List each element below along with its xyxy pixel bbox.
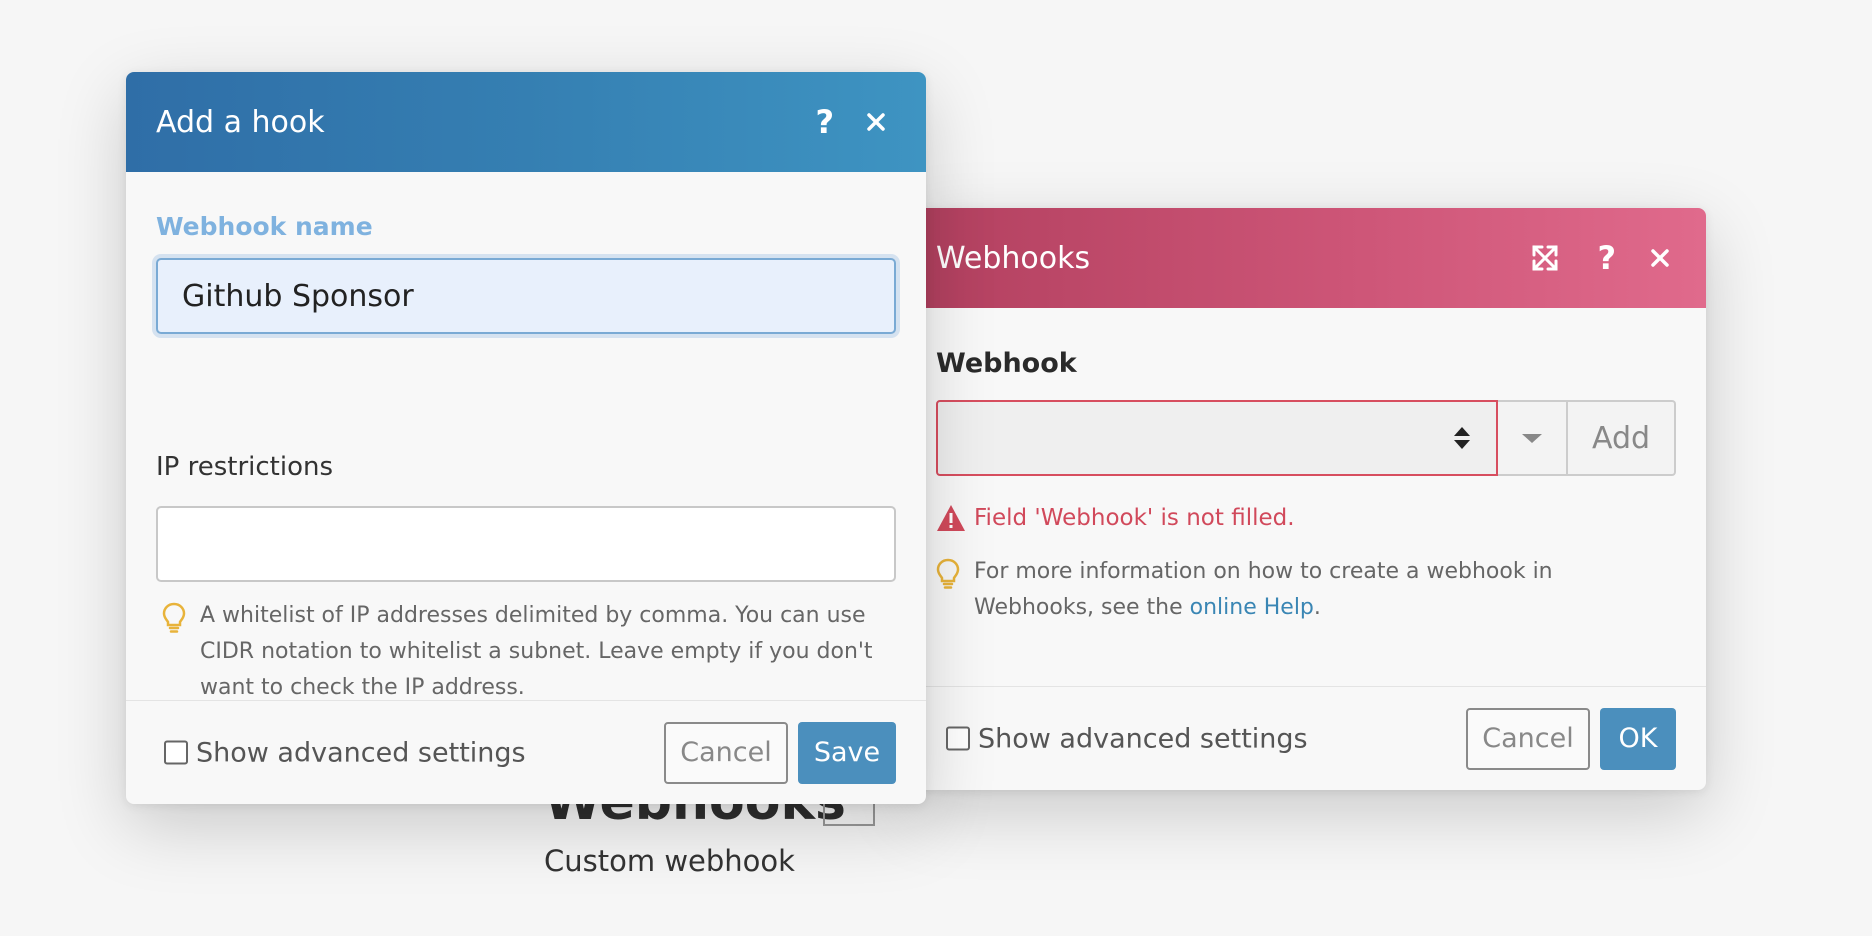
- webhook-field-label: Webhook: [936, 348, 1077, 379]
- ip-hint-text: A whitelist of IP addresses delimited by…: [200, 603, 873, 700]
- ok-button[interactable]: OK: [1600, 707, 1676, 770]
- error-text: Field 'Webhook' is not filled.: [974, 505, 1295, 531]
- advanced-settings-checkbox[interactable]: [946, 726, 970, 751]
- ip-restrictions-hint: A whitelist of IP addresses delimited by…: [162, 598, 896, 706]
- help-icon[interactable]: ?: [815, 103, 834, 141]
- save-button[interactable]: Save: [798, 721, 896, 784]
- webhook-select[interactable]: [936, 400, 1498, 476]
- advanced-settings-toggle[interactable]: Show advanced settings: [164, 737, 526, 768]
- advanced-settings-checkbox[interactable]: [164, 740, 188, 765]
- webhook-name-label: Webhook name: [156, 212, 373, 241]
- webhook-dropdown-button[interactable]: [1498, 400, 1568, 476]
- webhook-hint: For more information on how to create a …: [936, 554, 1676, 626]
- advanced-settings-toggle[interactable]: Show advanced settings: [946, 723, 1308, 754]
- webhooks-dialog: Webhooks ? Webhook Add Field 'Webhook' i…: [910, 208, 1706, 790]
- add-hook-dialog: Add a hook ? Webhook name Github Sponsor…: [126, 72, 926, 804]
- webhooks-dialog-footer: Show advanced settings Cancel OK: [910, 686, 1706, 790]
- cancel-button[interactable]: Cancel: [1466, 707, 1590, 770]
- ip-restrictions-label: IP restrictions: [156, 452, 334, 482]
- advanced-settings-label: Show advanced settings: [978, 723, 1308, 754]
- webhook-name-input[interactable]: Github Sponsor: [156, 258, 896, 334]
- online-help-link[interactable]: online Help: [1190, 595, 1314, 620]
- close-icon[interactable]: [1650, 248, 1670, 268]
- close-icon[interactable]: [866, 112, 886, 132]
- lightbulb-icon: [162, 602, 186, 633]
- expand-icon[interactable]: [1530, 243, 1560, 273]
- ip-restrictions-input[interactable]: [156, 506, 896, 582]
- dialog-title: Webhooks: [936, 240, 1091, 276]
- webhooks-dialog-header: Webhooks ?: [910, 208, 1706, 308]
- dialog-title: Add a hook: [156, 104, 325, 140]
- lightbulb-icon: [936, 558, 960, 589]
- hint-suffix: .: [1313, 595, 1321, 620]
- help-icon[interactable]: ?: [1597, 239, 1616, 277]
- chevron-down-icon: [1522, 433, 1542, 443]
- warning-icon: [937, 505, 965, 531]
- module-subtitle: Custom webhook: [544, 844, 795, 878]
- select-updown-icon: [1454, 427, 1470, 449]
- cancel-button[interactable]: Cancel: [664, 721, 788, 784]
- webhook-select-row: Add: [936, 400, 1676, 476]
- advanced-settings-label: Show advanced settings: [196, 737, 526, 768]
- add-hook-dialog-footer: Show advanced settings Cancel Save: [126, 700, 926, 804]
- add-hook-dialog-header: Add a hook ?: [126, 72, 926, 172]
- add-webhook-button[interactable]: Add: [1568, 400, 1676, 476]
- webhook-error: Field 'Webhook' is not filled.: [936, 504, 1295, 532]
